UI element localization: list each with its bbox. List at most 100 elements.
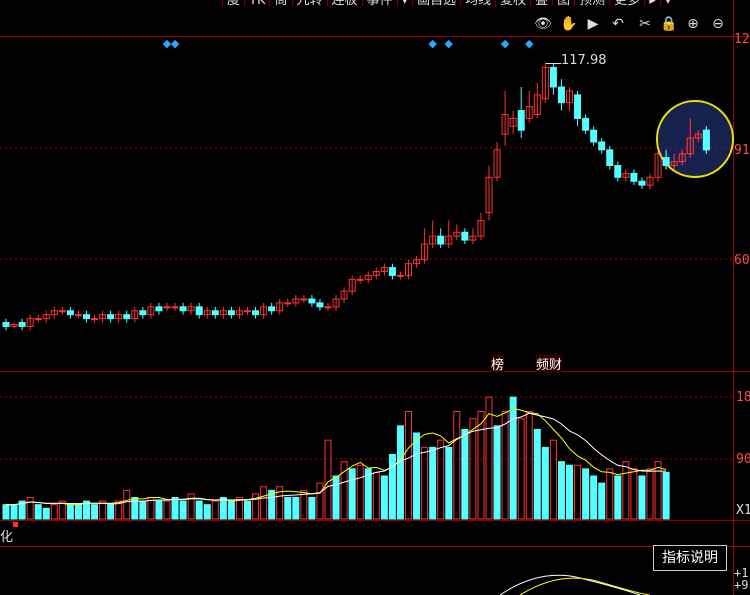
signal-marker-5: ◆	[525, 37, 534, 50]
signal-marker-2: ◆	[428, 37, 437, 50]
candle-body-8	[66, 310, 74, 316]
candle-body-31	[252, 310, 260, 316]
candle-body-35	[284, 302, 292, 305]
volume-bar-23	[187, 493, 195, 520]
volume-bar-82	[662, 471, 670, 520]
volume-bar-17	[139, 500, 147, 520]
candle-body-68	[549, 66, 557, 88]
candle-body-13	[107, 314, 115, 320]
candle-body-15	[123, 314, 131, 320]
volume-bar-61	[493, 425, 501, 520]
volume-bar-80	[646, 468, 654, 520]
volume-bar-78	[630, 468, 638, 520]
signal-marker-3: ◆	[445, 37, 454, 50]
volume-bar-36	[292, 497, 300, 520]
event-tag-rank[interactable]: 榜	[491, 354, 505, 373]
volume-bar-59	[477, 411, 485, 520]
volume-bar-26	[211, 500, 219, 520]
candle-body-69	[557, 86, 565, 104]
event-tag-finance[interactable]: 频财	[536, 354, 563, 373]
volume-bar-65	[525, 411, 533, 520]
volume-bar-53	[429, 446, 437, 520]
volume-bar-70	[566, 464, 573, 520]
candle-body-10	[83, 314, 90, 320]
volume-bar-44	[356, 464, 364, 520]
volume-bar-75	[606, 468, 614, 520]
volume-bar-81	[654, 461, 662, 520]
volume-bar-64	[517, 418, 525, 520]
volume-bar-35	[284, 497, 292, 520]
volume-bar-40	[324, 439, 332, 520]
candle-body-7	[58, 310, 66, 313]
volume-bar-77	[622, 461, 630, 520]
volume-bar-76	[614, 475, 622, 520]
volume-bar-45	[364, 468, 372, 520]
price-axis-label-low: 60	[734, 253, 750, 268]
indicator-panel-name[interactable]: 化	[0, 526, 13, 545]
volume-bar-22	[179, 500, 187, 520]
volume-bar-3	[26, 497, 34, 520]
candle-body-71	[574, 94, 582, 119]
volume-bar-68	[549, 439, 557, 520]
price-axis-label-top: 12	[734, 32, 750, 47]
volume-bar-51	[413, 432, 421, 520]
candle-body-top-87	[702, 129, 710, 151]
candle-body-33	[268, 306, 276, 312]
volume-bar-66	[533, 428, 541, 520]
candle-body-20	[163, 306, 171, 309]
volume-bar-69	[557, 461, 565, 520]
volume-bar-25	[203, 504, 211, 520]
candle-body-24	[195, 306, 203, 316]
volume-bar-1	[10, 504, 18, 520]
candle-body-48	[388, 267, 396, 276]
candle-body-79	[638, 180, 646, 186]
volume-bar-79	[638, 475, 646, 520]
volume-bar-67	[541, 446, 549, 520]
volume-bar-71	[574, 464, 582, 520]
candle-body-49	[396, 274, 404, 277]
candle-body-2	[18, 322, 26, 327]
volume-bar-24	[195, 500, 203, 520]
candle-body-37	[300, 298, 308, 301]
kline-chart[interactable]: ◆ ◆ ◆ ◆ ◆ ◆	[0, 0, 750, 595]
volume-bar-4	[34, 504, 42, 520]
candle-body-78	[630, 172, 638, 182]
volume-axis-label-mid: 90	[736, 452, 750, 467]
sub-axis-label-bottom: +9	[734, 578, 749, 592]
candle-body-75	[606, 149, 614, 167]
candle-body-26	[211, 310, 219, 316]
volume-bar-55	[445, 446, 453, 520]
volume-bar-39	[316, 482, 324, 520]
candle-body-39	[316, 302, 324, 308]
volume-bar-58	[469, 418, 477, 520]
volume-bar-6	[50, 504, 58, 520]
candle-body-44	[356, 278, 364, 281]
volume-axis-label-top: 18	[736, 390, 750, 405]
volume-bar-50	[405, 411, 412, 520]
volume-bar-60	[485, 396, 493, 520]
candle-body-11	[91, 318, 99, 321]
volume-bar-49	[396, 425, 404, 520]
volume-bar-19	[155, 500, 163, 520]
volume-bar-73	[590, 475, 598, 520]
volume-bar-9	[74, 504, 82, 520]
candle-body-9	[74, 314, 82, 317]
signal-marker-1: ◆	[171, 37, 180, 50]
candle-body-40	[324, 306, 332, 309]
volume-bar-20	[163, 500, 171, 520]
volume-bar-8	[66, 504, 74, 520]
price-axis-label-mid: 91	[734, 143, 750, 158]
candle-body-57	[461, 231, 469, 241]
volume-bar-54	[437, 439, 445, 520]
candle-body-64	[517, 110, 525, 131]
volume-bar-28	[227, 500, 235, 520]
candle-body-19	[155, 306, 163, 312]
candle-body-38	[308, 298, 316, 304]
candle-body-76	[614, 165, 622, 178]
volume-bar-5	[42, 507, 50, 520]
indicator-explain-button[interactable]: 指标说明	[653, 545, 727, 571]
candle-body-54	[437, 235, 445, 245]
candle-body-22	[179, 306, 187, 312]
volume-bar-62	[501, 411, 509, 520]
candle-body-74	[598, 141, 606, 151]
